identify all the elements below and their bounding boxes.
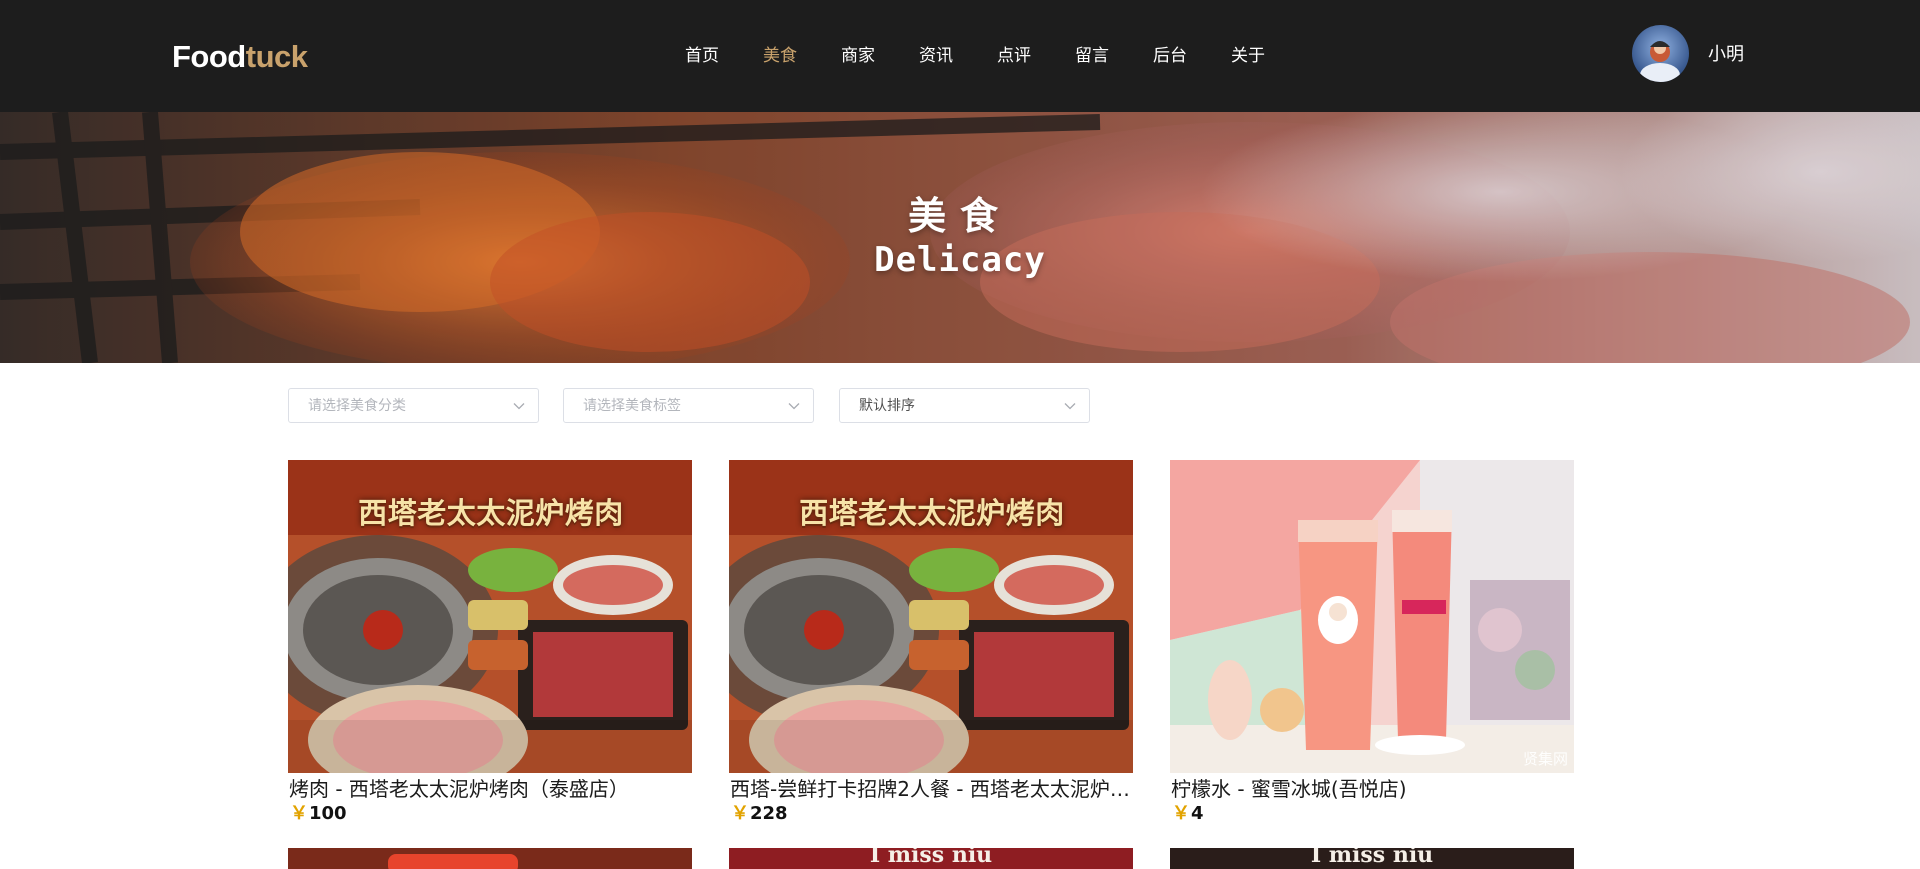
food-card-partial[interactable] [288, 848, 692, 869]
image-watermark: 贤集网 [1522, 750, 1568, 768]
chevron-down-icon [1064, 403, 1076, 410]
main-nav: 首页 美食 商家 资讯 点评 留言 后台 关于 [685, 44, 1309, 68]
tag-select-placeholder: 请选择美食标签 [583, 398, 681, 414]
sort-select-value: 默认排序 [859, 398, 915, 414]
currency-symbol: ￥ [1172, 803, 1190, 824]
category-select[interactable]: 请选择美食分类 [288, 388, 539, 423]
top-navbar: Foodtuck 首页 美食 商家 资讯 点评 留言 后台 关于 小明 [0, 0, 1920, 112]
nav-item-food[interactable]: 美食 [763, 44, 841, 68]
food-card[interactable]: 西塔老太太泥炉烤肉 西塔-尝鲜打卡招牌2人餐 - 西塔老太太泥炉烤肉（泰盛店） … [729, 460, 1134, 824]
food-price: ￥100 [290, 802, 347, 826]
price-value: 100 [309, 803, 347, 824]
category-select-placeholder: 请选择美食分类 [308, 398, 406, 414]
hero-banner: 美食 Delicacy [0, 112, 1920, 363]
user-avatar[interactable] [1632, 25, 1689, 82]
user-name[interactable]: 小明 [1708, 43, 1744, 67]
nav-item-news[interactable]: 资讯 [919, 44, 997, 68]
price-value: 228 [750, 803, 788, 824]
poster-title: 西塔老太太泥炉烤肉 [358, 496, 624, 530]
nav-item-messages[interactable]: 留言 [1075, 44, 1153, 68]
food-title[interactable]: 西塔-尝鲜打卡招牌2人餐 - 西塔老太太泥炉烤肉（泰盛店） [730, 776, 1134, 802]
currency-symbol: ￥ [731, 803, 749, 824]
food-image[interactable]: 西塔老太太泥炉烤肉 [729, 460, 1133, 773]
nav-item-reviews[interactable]: 点评 [997, 44, 1075, 68]
banner-title: 美食 [907, 193, 1012, 238]
poster-title: 西塔老太太泥炉烤肉 [799, 496, 1065, 530]
food-card-partial[interactable]: I miss niu [1170, 848, 1574, 869]
food-title[interactable]: 烤肉 - 西塔老太太泥炉烤肉（泰盛店） [289, 776, 693, 802]
tag-select[interactable]: 请选择美食标签 [563, 388, 814, 423]
food-card[interactable]: 西塔老太太泥炉烤肉 烤肉 - 西塔老太太泥炉烤肉（泰盛店） ￥100 [288, 460, 692, 824]
food-image[interactable]: 贤集网 [1170, 460, 1574, 773]
price-value: 4 [1191, 803, 1204, 824]
chevron-down-icon [788, 403, 800, 410]
food-card[interactable]: 贤集网 柠檬水 - 蜜雪冰城(吾悦店) ￥4 [1170, 460, 1574, 824]
nav-item-admin[interactable]: 后台 [1153, 44, 1231, 68]
peek-text: I miss niu [1310, 848, 1434, 868]
chevron-down-icon [513, 403, 525, 410]
nav-item-merchants[interactable]: 商家 [841, 44, 919, 68]
peek-text: I miss niu [869, 848, 993, 868]
nav-item-home[interactable]: 首页 [685, 44, 763, 68]
nav-item-about[interactable]: 关于 [1231, 44, 1309, 68]
sort-select[interactable]: 默认排序 [839, 388, 1090, 423]
brand-logo[interactable]: Foodtuck [172, 38, 308, 76]
food-price: ￥228 [731, 802, 788, 826]
currency-symbol: ￥ [290, 803, 308, 824]
brand-logo-part2: tuck [245, 39, 308, 74]
food-title[interactable]: 柠檬水 - 蜜雪冰城(吾悦店) [1171, 776, 1575, 802]
food-price: ￥4 [1172, 802, 1204, 826]
food-image[interactable]: 西塔老太太泥炉烤肉 [288, 460, 692, 773]
banner-subtitle: Delicacy [874, 240, 1046, 280]
food-card-partial[interactable]: I miss niu [729, 848, 1133, 869]
brand-logo-part1: Food [172, 39, 246, 74]
